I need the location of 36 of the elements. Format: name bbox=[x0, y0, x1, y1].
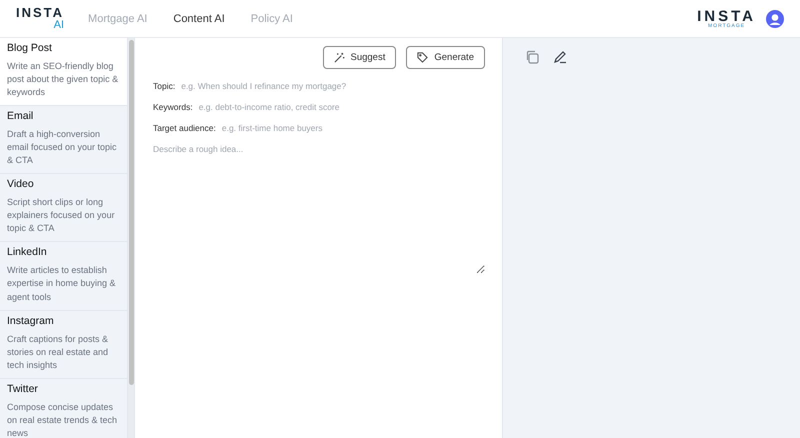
brand-wordmark: INSTA bbox=[697, 8, 756, 24]
template-item[interactable]: Video Script short clips or long explainers focused on your topic & CTA bbox=[0, 174, 127, 242]
template-description: Write an SEO-friendly blog post about the given topic & keywords bbox=[7, 60, 120, 100]
template-title: Twitter bbox=[7, 382, 39, 395]
tag-icon bbox=[417, 52, 428, 63]
scrollbar-thumb[interactable] bbox=[129, 40, 134, 385]
field-label: Topic: bbox=[153, 81, 176, 91]
template-description: Draft a high-conversion email focused on your topic & CTA bbox=[7, 128, 118, 168]
field-label: Keywords: bbox=[153, 102, 193, 112]
template-item[interactable]: LinkedIn Write articles to establish expertise in home buying & agent tools bbox=[0, 242, 127, 311]
nav-tab[interactable]: Content AI bbox=[173, 12, 225, 24]
template-title: Instagram bbox=[7, 314, 55, 327]
logo-accent: AI bbox=[54, 20, 64, 31]
field-label: Target audience: bbox=[153, 123, 216, 133]
template-title: Email bbox=[7, 110, 34, 122]
template-description: Write articles to establish expertise in home buying & agent tools bbox=[7, 264, 117, 304]
template-title: Video bbox=[7, 178, 35, 190]
template-title: LinkedIn bbox=[7, 246, 48, 258]
template-description: Script short clips or long explainers focused on your topic & CTA bbox=[7, 196, 116, 236]
magic-wand-icon bbox=[334, 52, 344, 63]
idea-textarea[interactable]: Describe a rough idea... bbox=[153, 144, 485, 274]
template-item[interactable]: Instagram Craft captions for posts & stories on real estate and tech insights bbox=[0, 310, 127, 379]
template-title: Blog Post bbox=[7, 42, 53, 54]
suggest-button[interactable]: Suggest bbox=[322, 46, 396, 69]
avatar-icon[interactable] bbox=[766, 10, 784, 28]
template-description: Craft captions for posts & stories on real estate and tech insights bbox=[7, 332, 110, 372]
input-field[interactable]: e.g. When should I refinance my mortgage? bbox=[181, 81, 484, 91]
template-item[interactable]: Twitter Compose concise updates on real estate trends & tech news bbox=[0, 378, 127, 438]
input-field[interactable]: e.g. first-time home buyers bbox=[222, 123, 484, 133]
input-field[interactable]: e.g. debt-to-income ratio, credit score bbox=[198, 102, 484, 112]
template-description: Compose concise updates on real estate trends & tech news bbox=[7, 400, 118, 438]
pencil-icon[interactable] bbox=[553, 50, 567, 64]
template-item[interactable]: Email Draft a high-conversion email focused on your topic & CTA bbox=[0, 106, 127, 174]
copy-icon[interactable] bbox=[525, 50, 539, 64]
logo-wordmark: INSTA bbox=[16, 6, 64, 19]
generate-button[interactable]: Generate bbox=[406, 46, 485, 69]
